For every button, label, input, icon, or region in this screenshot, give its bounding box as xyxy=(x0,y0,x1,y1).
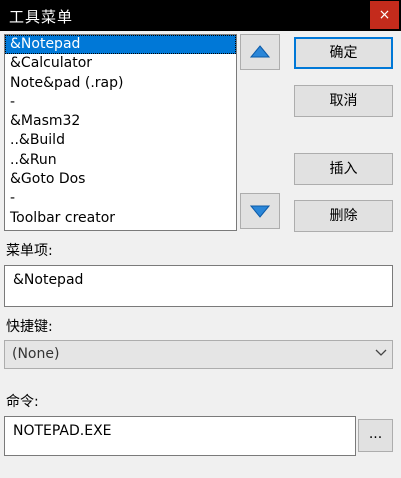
title-bar: 工具菜单 × xyxy=(0,0,401,31)
menu-item-input[interactable]: &Notepad xyxy=(4,265,393,307)
down-arrow-icon xyxy=(250,205,270,218)
shortcut-label: 快捷键: xyxy=(6,319,53,335)
list-item[interactable]: Toolbar creator xyxy=(5,209,236,228)
list-item[interactable]: - xyxy=(5,189,236,208)
shortcut-select[interactable]: (None) xyxy=(4,340,393,369)
window-title: 工具菜单 xyxy=(9,8,74,26)
command-label: 命令: xyxy=(6,394,39,410)
list-item[interactable]: - xyxy=(5,93,236,112)
list-item[interactable]: &Notepad xyxy=(5,35,236,55)
insert-button[interactable]: 插入 xyxy=(294,153,393,185)
command-input[interactable]: NOTEPAD.EXE xyxy=(4,416,356,456)
menu-list[interactable]: &Notepad &Calculator Note&pad (.rap) - &Masm… xyxy=(4,34,237,231)
list-item[interactable]: &Goto Dos xyxy=(5,170,236,189)
cancel-button[interactable]: 取消 xyxy=(294,85,393,117)
delete-button[interactable]: 删除 xyxy=(294,200,393,232)
list-item[interactable]: &Calculator xyxy=(5,54,236,73)
up-arrow-icon xyxy=(250,45,270,58)
list-item[interactable]: &Masm32 xyxy=(5,112,236,131)
menu-item-label: 菜单项: xyxy=(6,243,53,259)
chevron-down-icon xyxy=(375,349,387,356)
browse-button[interactable]: ... xyxy=(358,419,393,452)
close-button[interactable]: × xyxy=(370,1,399,29)
list-item[interactable]: Note&pad (.rap) xyxy=(5,74,236,93)
list-item[interactable]: ..&Run xyxy=(5,151,236,170)
move-down-button[interactable] xyxy=(240,193,280,229)
move-up-button[interactable] xyxy=(240,34,280,70)
ok-button[interactable]: 确定 xyxy=(294,37,393,69)
list-item[interactable]: ..&Build xyxy=(5,131,236,150)
shortcut-value: (None) xyxy=(12,346,60,362)
